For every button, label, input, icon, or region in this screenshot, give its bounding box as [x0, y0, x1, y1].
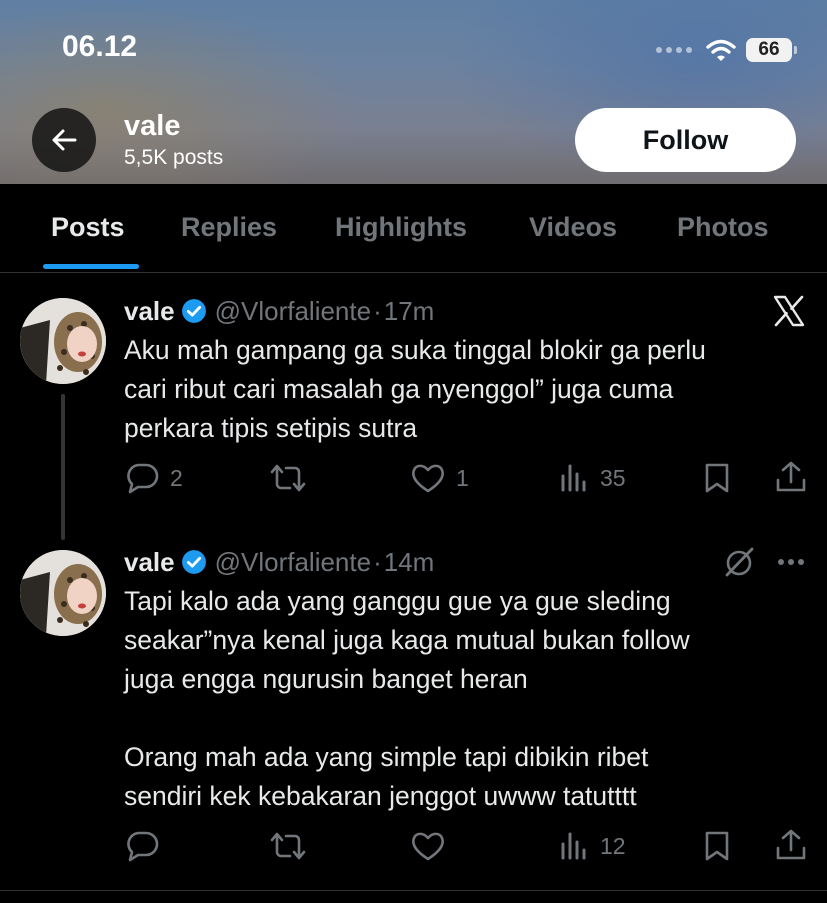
- reply-icon: [127, 831, 159, 862]
- bookmark-icon: [705, 831, 729, 861]
- views-count: 35: [600, 464, 626, 491]
- tweet-text: Aku mah gampang ga suka tinggal blokir g…: [124, 335, 706, 443]
- views-icon: [561, 464, 586, 492]
- wifi-icon: [706, 39, 736, 61]
- avatar[interactable]: [20, 298, 106, 384]
- share-button[interactable]: [774, 460, 808, 494]
- like-icon: [412, 832, 444, 861]
- tab-photos[interactable]: Photos: [677, 212, 769, 243]
- tweet-time[interactable]: 17m: [384, 296, 435, 326]
- tweet-time[interactable]: 14m: [384, 547, 435, 577]
- status-time: 06.12: [62, 30, 138, 63]
- tweet-author-name[interactable]: vale: [124, 547, 175, 577]
- tweet-handle[interactable]: @Vlorfaliente: [215, 547, 371, 577]
- profile-tabs: Posts Replies Highlights Videos Photos: [0, 184, 827, 273]
- share-button[interactable]: [774, 828, 808, 862]
- tweet-separator: ·: [373, 547, 382, 577]
- more-icon[interactable]: [776, 556, 806, 568]
- reply-count: 2: [170, 464, 183, 491]
- verified-badge-icon: [181, 298, 207, 331]
- retweet-icon: [270, 464, 306, 492]
- profile-name: vale: [124, 110, 181, 142]
- status-icons: 66: [656, 38, 797, 62]
- views-button[interactable]: 35: [558, 462, 626, 494]
- back-button[interactable]: [32, 108, 96, 172]
- like-count: 1: [456, 464, 469, 491]
- verified-badge-icon: [181, 549, 207, 582]
- share-icon: [776, 829, 806, 860]
- like-button[interactable]: 1: [410, 462, 469, 494]
- bookmark-icon: [705, 463, 729, 493]
- bookmark-button[interactable]: [702, 830, 732, 862]
- tweet-separator: ·: [373, 296, 382, 326]
- views-button[interactable]: 12: [558, 830, 626, 862]
- reply-icon: [127, 463, 159, 494]
- tweet-divider: [0, 890, 827, 891]
- profile-header: 06.12 66 vale 5,5K posts Follow: [0, 0, 827, 184]
- active-tab-indicator: [43, 264, 139, 269]
- like-button[interactable]: [410, 830, 456, 862]
- arrow-left-icon: [52, 129, 77, 151]
- tweet-author-name[interactable]: vale: [124, 296, 175, 326]
- retweet-button[interactable]: [268, 462, 318, 494]
- views-count: 12: [600, 832, 626, 859]
- tweet-meta: vale @Vlorfaliente·17m: [124, 296, 434, 331]
- follow-button[interactable]: Follow: [575, 108, 796, 172]
- signal-icon: [656, 47, 692, 53]
- reply-button[interactable]: [124, 830, 170, 862]
- tab-highlights[interactable]: Highlights: [335, 212, 467, 243]
- thread-line: [61, 394, 65, 540]
- retweet-button[interactable]: [268, 830, 318, 862]
- avatar[interactable]: [20, 550, 106, 636]
- x-logo-icon: [773, 295, 805, 327]
- views-icon: [561, 832, 586, 860]
- grok-icon[interactable]: [722, 545, 756, 579]
- profile-posts-count: 5,5K posts: [124, 146, 224, 169]
- tab-replies[interactable]: Replies: [181, 212, 277, 243]
- retweet-icon: [270, 832, 306, 860]
- share-icon: [776, 461, 806, 492]
- reply-button[interactable]: 2: [124, 462, 183, 494]
- tweet-text: Tapi kalo ada yang ganggu gue ya gue sle…: [124, 586, 690, 811]
- tweet-meta: vale @Vlorfaliente·14m: [124, 547, 434, 582]
- bookmark-button[interactable]: [702, 462, 732, 494]
- tab-posts[interactable]: Posts: [51, 212, 125, 243]
- tweet-handle[interactable]: @Vlorfaliente: [215, 296, 371, 326]
- tab-videos[interactable]: Videos: [529, 212, 617, 243]
- battery-indicator: 66: [746, 38, 797, 62]
- like-icon: [412, 464, 444, 493]
